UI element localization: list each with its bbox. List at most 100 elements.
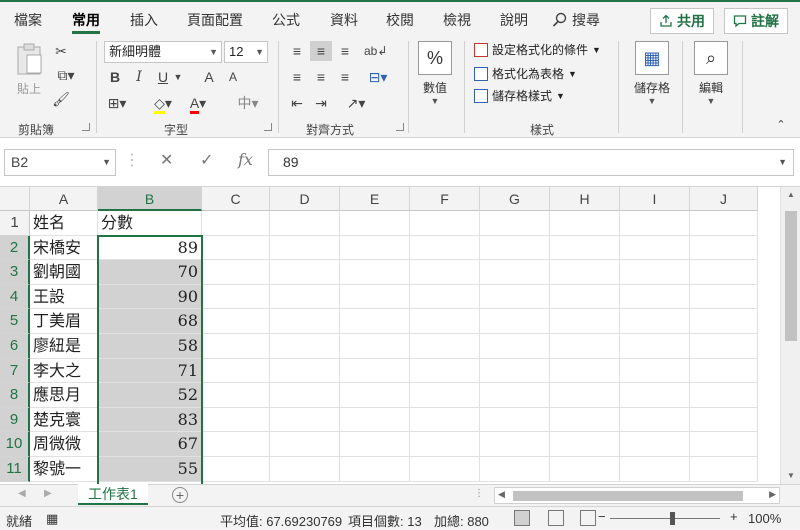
cell-d1[interactable] bbox=[270, 211, 340, 236]
cell-g11[interactable] bbox=[480, 457, 550, 482]
cell-e8[interactable] bbox=[340, 383, 410, 408]
phonetic-guide-button[interactable]: 中▾ bbox=[230, 93, 266, 113]
underline-button[interactable]: U bbox=[154, 67, 172, 87]
cell-f3[interactable] bbox=[410, 260, 480, 285]
cell-f7[interactable] bbox=[410, 358, 480, 384]
sheet-prev-icon[interactable]: ◀ bbox=[18, 488, 26, 499]
worksheet-grid[interactable]: A B C D E F G H I J 1 姓名 分數 2 宋橋安 89 3 劉朝國 70 4 王設 90 5 丁美眉 68 6 廖… bbox=[0, 187, 800, 484]
cell-h5[interactable] bbox=[550, 309, 620, 334]
format-as-table-button[interactable]: 格式化為表格 ▼ bbox=[474, 65, 577, 82]
cell-d7[interactable] bbox=[270, 358, 340, 384]
borders-icon[interactable]: ⊞▾ bbox=[104, 93, 130, 113]
row-header[interactable]: 11 bbox=[0, 457, 30, 482]
cell-g5[interactable] bbox=[480, 309, 550, 334]
enter-icon[interactable]: ✓ bbox=[200, 150, 213, 170]
row-header[interactable]: 9 bbox=[0, 407, 30, 433]
cell-c10[interactable] bbox=[202, 432, 270, 457]
row-header[interactable]: 5 bbox=[0, 309, 30, 334]
comments-button[interactable]: 註解 bbox=[724, 8, 788, 34]
cell-j6[interactable] bbox=[690, 334, 758, 359]
scroll-down-icon[interactable]: ▼ bbox=[781, 468, 800, 484]
normal-view-icon[interactable] bbox=[514, 510, 530, 526]
cell-i8[interactable] bbox=[620, 383, 690, 408]
align-middle-icon[interactable]: ≡ bbox=[310, 41, 332, 61]
cell-g4[interactable] bbox=[480, 284, 550, 310]
expand-formula-icon[interactable]: ▼ bbox=[778, 150, 787, 175]
sheet-tab[interactable]: 工作表1 bbox=[78, 484, 148, 505]
cell-b7[interactable]: 71 bbox=[98, 358, 202, 384]
page-layout-view-icon[interactable] bbox=[548, 510, 564, 526]
cell-b10[interactable]: 67 bbox=[98, 432, 202, 457]
cell-j10[interactable] bbox=[690, 432, 758, 457]
align-top-icon[interactable]: ≡ bbox=[288, 41, 306, 61]
insert-function-icon[interactable]: fx bbox=[238, 150, 253, 169]
scroll-thumb[interactable] bbox=[513, 491, 743, 501]
tab-review[interactable]: 校閱 bbox=[386, 10, 414, 34]
cell-i11[interactable] bbox=[620, 457, 690, 482]
format-painter-icon[interactable]: 🖌 bbox=[52, 89, 70, 109]
cell-h3[interactable] bbox=[550, 260, 620, 285]
cell-i1[interactable] bbox=[620, 211, 690, 236]
splitter-icon[interactable]: ⋮ bbox=[474, 488, 484, 499]
cell-f8[interactable] bbox=[410, 383, 480, 408]
paste-button[interactable]: 貼上 bbox=[10, 43, 48, 97]
row-header[interactable]: 4 bbox=[0, 284, 30, 310]
tab-formulas[interactable]: 公式 bbox=[272, 10, 300, 34]
cell-c7[interactable] bbox=[202, 358, 270, 384]
cell-i2[interactable] bbox=[620, 235, 690, 261]
row-header[interactable]: 2 bbox=[0, 235, 30, 261]
cell-b8[interactable]: 52 bbox=[98, 383, 202, 408]
scroll-thumb[interactable] bbox=[785, 211, 797, 341]
tab-data[interactable]: 資料 bbox=[330, 10, 358, 34]
cell-e4[interactable] bbox=[340, 284, 410, 310]
cell-j9[interactable] bbox=[690, 407, 758, 433]
sheet-next-icon[interactable]: ▶ bbox=[44, 488, 52, 499]
increase-indent-icon[interactable]: ⇥ bbox=[312, 93, 330, 113]
add-sheet-icon[interactable]: + bbox=[172, 487, 188, 503]
align-center-icon[interactable]: ≡ bbox=[312, 67, 330, 87]
cell-g8[interactable] bbox=[480, 383, 550, 408]
font-size-dropdown[interactable]: 12 ▼ bbox=[224, 41, 268, 63]
column-header-j[interactable]: J bbox=[690, 187, 758, 211]
cell-a5[interactable]: 丁美眉 bbox=[30, 309, 98, 334]
cell-j11[interactable] bbox=[690, 457, 758, 482]
formula-input[interactable]: 89 ▼ bbox=[268, 149, 794, 176]
cell-b9[interactable]: 83 bbox=[98, 407, 202, 433]
cell-c4[interactable] bbox=[202, 284, 270, 310]
number-format-button[interactable]: % 數值 ▼ bbox=[414, 41, 456, 106]
cell-e1[interactable] bbox=[340, 211, 410, 236]
zoom-in-button[interactable]: + bbox=[730, 509, 738, 524]
tab-page-layout[interactable]: 頁面配置 bbox=[187, 10, 243, 34]
status-average[interactable]: 平均值: 67.69230769 bbox=[220, 511, 342, 530]
vertical-scrollbar[interactable]: ▲ ▼ bbox=[780, 187, 800, 484]
cell-h9[interactable] bbox=[550, 407, 620, 433]
cell-c6[interactable] bbox=[202, 334, 270, 359]
cell-a10[interactable]: 周微微 bbox=[30, 432, 98, 457]
cell-h8[interactable] bbox=[550, 383, 620, 408]
cell-g1[interactable] bbox=[480, 211, 550, 236]
cell-b4[interactable]: 90 bbox=[98, 284, 202, 310]
cell-i9[interactable] bbox=[620, 407, 690, 433]
cell-j7[interactable] bbox=[690, 358, 758, 384]
column-header-g[interactable]: G bbox=[480, 187, 550, 211]
row-header[interactable]: 6 bbox=[0, 334, 30, 359]
editing-button[interactable]: ⌕ 編輯 ▼ bbox=[690, 41, 732, 106]
cell-f11[interactable] bbox=[410, 457, 480, 482]
row-header[interactable]: 7 bbox=[0, 358, 30, 384]
cell-a8[interactable]: 應思月 bbox=[30, 383, 98, 408]
decrease-indent-icon[interactable]: ⇤ bbox=[288, 93, 306, 113]
row-header[interactable]: 8 bbox=[0, 383, 30, 408]
column-header-f[interactable]: F bbox=[410, 187, 480, 211]
row-header[interactable]: 1 bbox=[0, 211, 30, 236]
cell-i10[interactable] bbox=[620, 432, 690, 457]
row-header[interactable]: 3 bbox=[0, 260, 30, 285]
cell-e9[interactable] bbox=[340, 407, 410, 433]
collapse-ribbon-icon[interactable]: ⌃ bbox=[774, 115, 788, 135]
font-name-dropdown[interactable]: 新細明體 ▼ bbox=[104, 41, 222, 63]
status-count[interactable]: 項目個數: 13 bbox=[348, 511, 422, 530]
font-color-button[interactable]: A▾ bbox=[186, 93, 210, 114]
cell-d10[interactable] bbox=[270, 432, 340, 457]
select-all-corner[interactable] bbox=[0, 187, 30, 211]
fill-color-icon[interactable]: ◇▾ bbox=[150, 93, 176, 114]
scroll-right-icon[interactable]: ▶ bbox=[769, 489, 776, 500]
